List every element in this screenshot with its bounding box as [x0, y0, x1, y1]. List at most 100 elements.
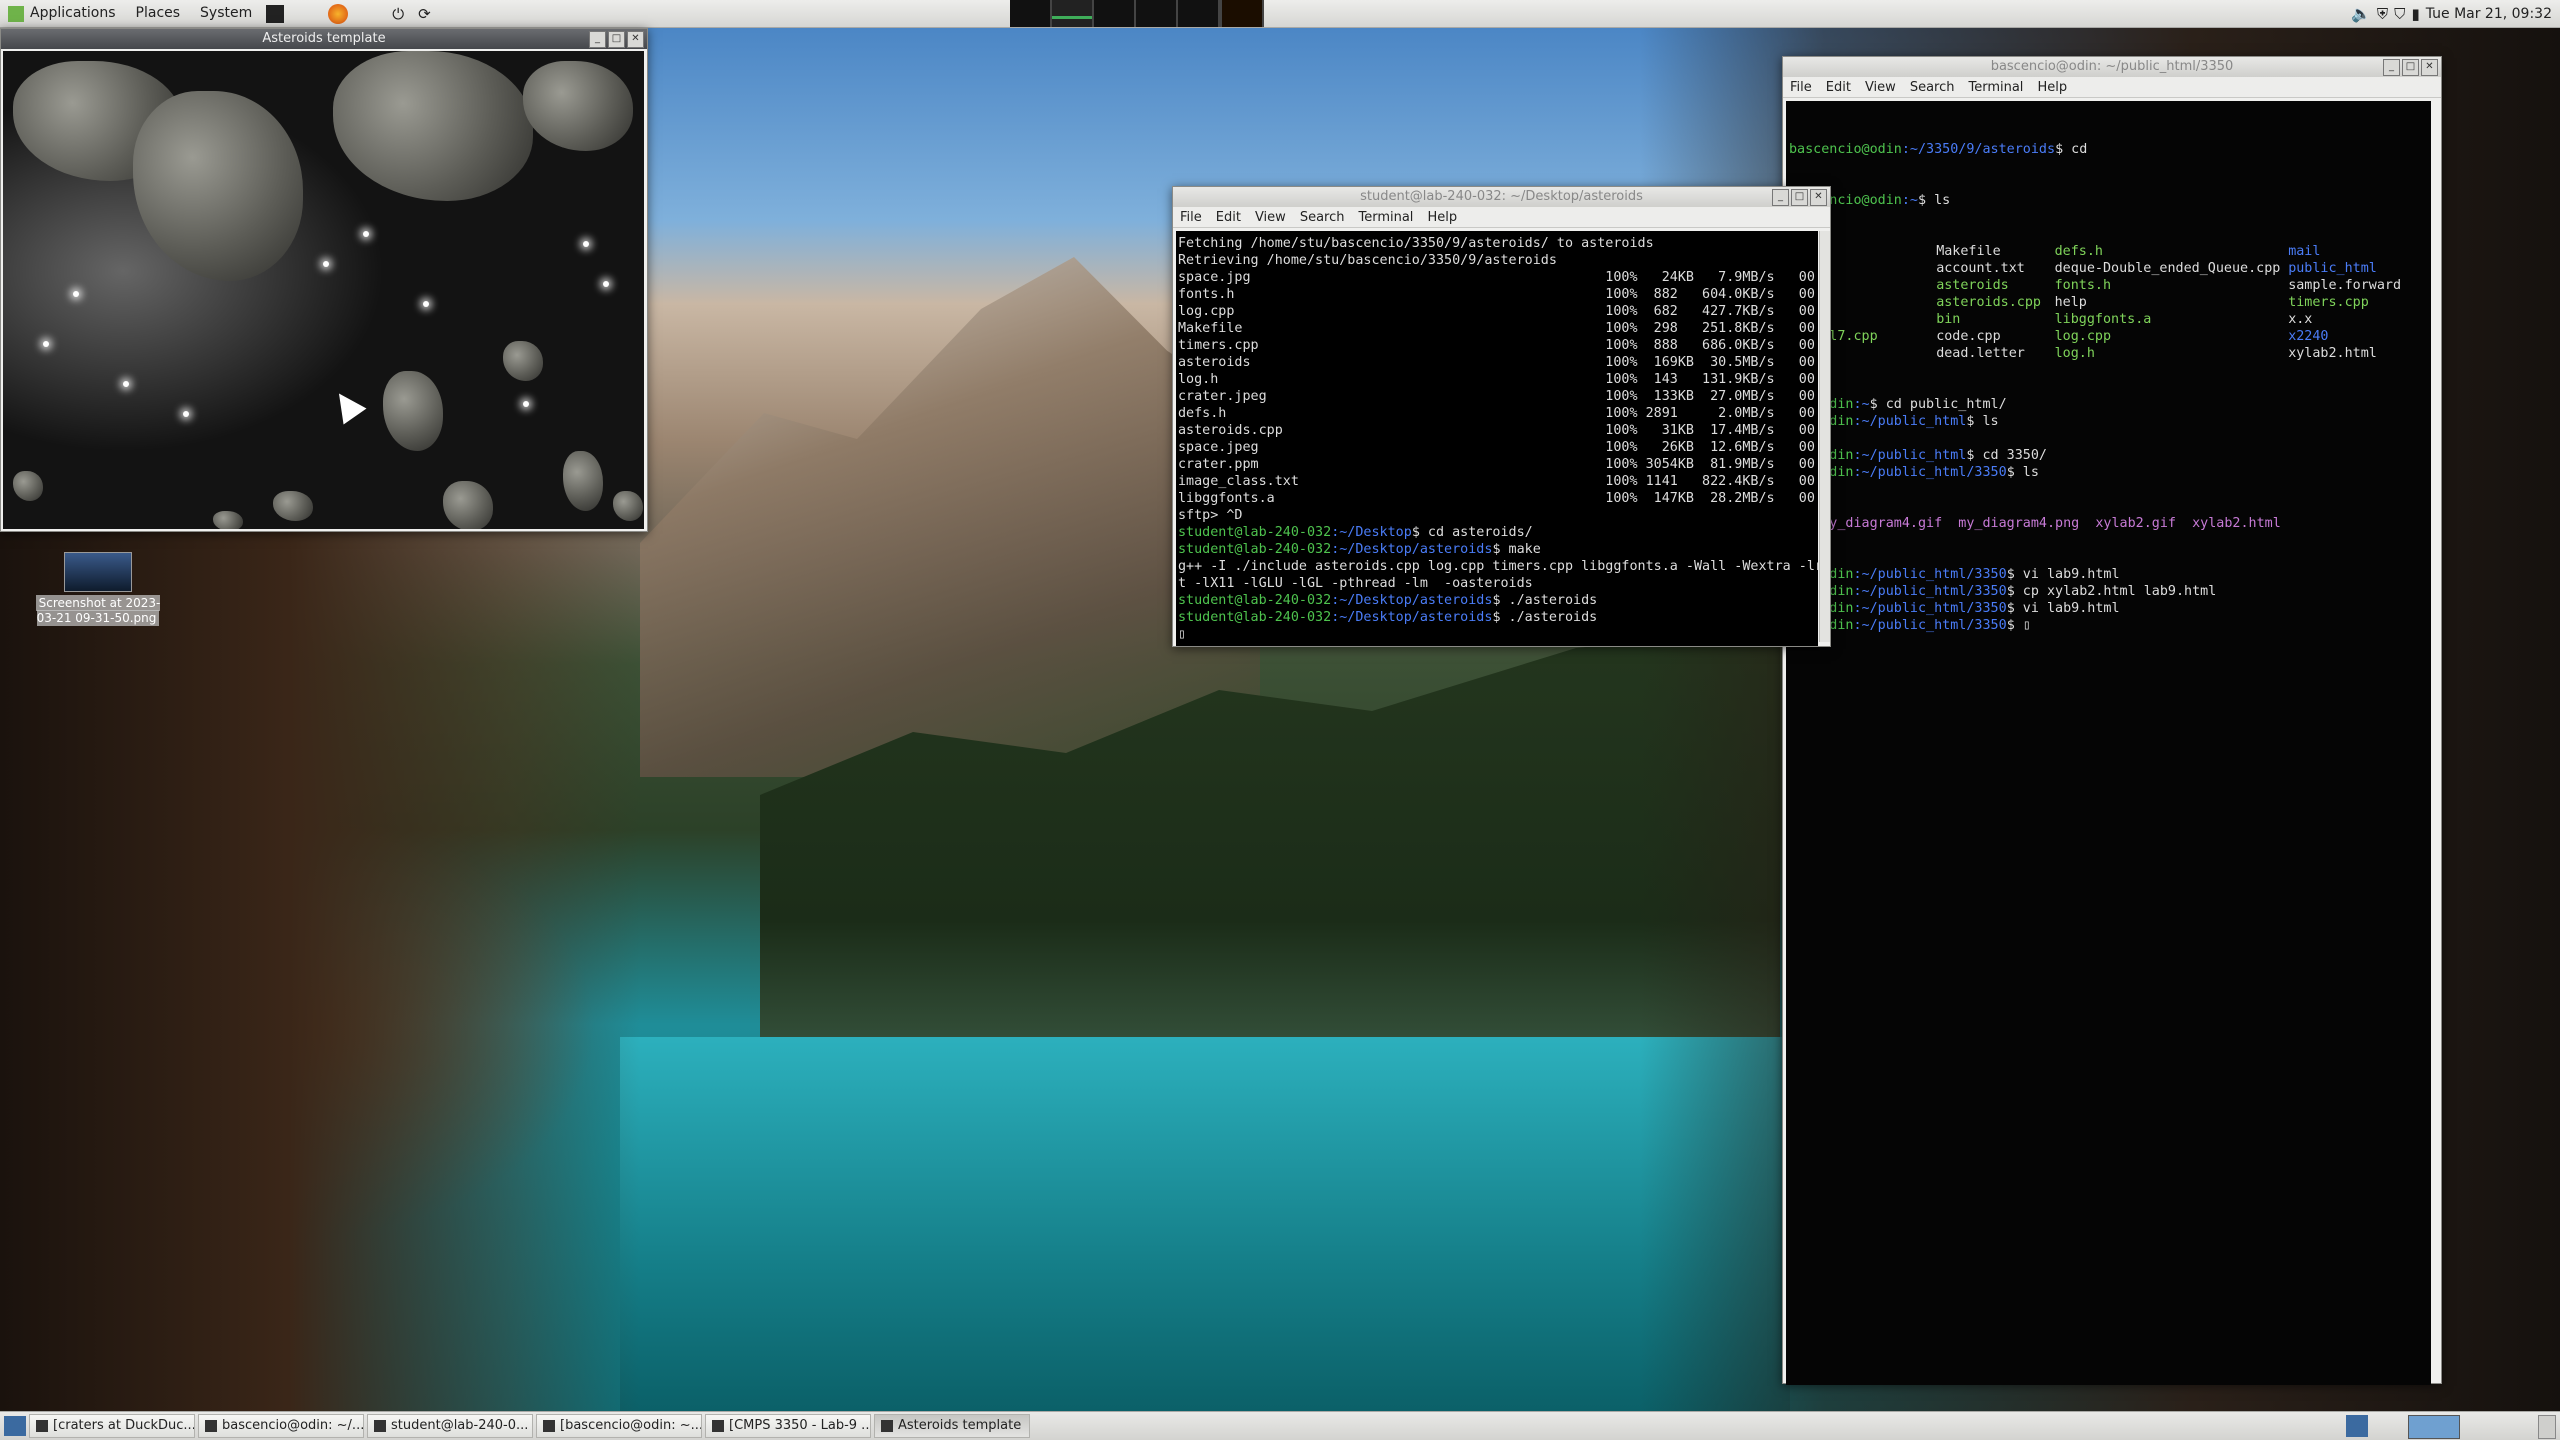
- taskbar-button[interactable]: [craters at DuckDuc...: [29, 1414, 195, 1438]
- ls-entry: asteroids: [1936, 278, 2009, 293]
- asteroids-window[interactable]: Asteroids template _□✕ 2 1: [0, 28, 648, 532]
- taskbar: [craters at DuckDuc... bascencio@odin: ~/…: [26, 1414, 1031, 1438]
- show-desktop-icon[interactable]: [4, 1416, 26, 1436]
- window-titlebar[interactable]: bascencio@odin: ~/public_html/3350 _ □ ✕: [1783, 57, 2441, 77]
- workspace-pager[interactable]: [2408, 1415, 2460, 1439]
- workspace-2[interactable]: [1052, 0, 1094, 27]
- prompt-path: :~/public_html/3350: [1853, 584, 2007, 599]
- menu-view[interactable]: View: [1858, 80, 1903, 95]
- workspace-5[interactable]: [1178, 0, 1220, 27]
- star: [323, 261, 329, 267]
- close-button[interactable]: ✕: [2421, 59, 2438, 76]
- power-icon[interactable]: ⏻: [392, 5, 404, 23]
- terminal-line: student@lab-240-032:~/Desktop/asteroids$…: [1178, 541, 1818, 558]
- taskbar-button[interactable]: Asteroids template: [874, 1414, 1031, 1438]
- window-title: Asteroids template: [262, 31, 386, 46]
- bottom-panel: [craters at DuckDuc... bascencio@odin: ~/…: [0, 1411, 2560, 1440]
- menu-system[interactable]: System: [190, 0, 262, 27]
- prompt-path: :~/public_html/3350: [1853, 567, 2007, 582]
- trash-icon[interactable]: [2538, 1415, 2556, 1439]
- taskbar-button[interactable]: [bascencio@odin: ~...: [536, 1414, 702, 1438]
- workspace-4[interactable]: [1136, 0, 1178, 27]
- taskbar-button[interactable]: bascencio@odin: ~/...: [198, 1414, 364, 1438]
- prompt-command: $ make: [1492, 542, 1541, 557]
- prompt-command: $ ./asteroids: [1492, 610, 1598, 625]
- menu-terminal[interactable]: Terminal: [1961, 80, 2030, 95]
- menu-terminal[interactable]: Terminal: [1351, 210, 1420, 225]
- prompt-command: $ vi lab9.html: [2006, 601, 2120, 616]
- menu-help[interactable]: Help: [2030, 80, 2074, 95]
- ls-entry: fonts.h: [2054, 278, 2112, 293]
- menu-edit[interactable]: Edit: [1819, 80, 1858, 95]
- window-icon: [205, 1420, 217, 1432]
- window-icon: [36, 1420, 48, 1432]
- ls-entry: account.txt: [1936, 261, 2025, 276]
- menu-help[interactable]: Help: [1420, 210, 1464, 225]
- star: [363, 231, 369, 237]
- volume-icon[interactable]: 🔈: [2351, 4, 2371, 23]
- firefox-launcher-icon[interactable]: [328, 3, 349, 24]
- maximize-button[interactable]: □: [608, 31, 625, 48]
- file-thumbnail-icon: [64, 552, 132, 592]
- close-button[interactable]: ✕: [1810, 189, 1827, 206]
- odin-terminal-window[interactable]: bascencio@odin: ~/public_html/3350 _ □ ✕ F…: [1782, 56, 2442, 1385]
- terminal-line: cio@odin:~/public_html/3350$ ls: [1789, 464, 2431, 481]
- menu-edit[interactable]: Edit: [1209, 210, 1248, 225]
- shield-icon[interactable]: ⛉: [2394, 5, 2405, 23]
- menu-applications[interactable]: Applications: [28, 0, 126, 27]
- ls-entry: code.cpp: [1936, 329, 2001, 344]
- menu-file[interactable]: File: [1173, 210, 1209, 225]
- terminal-line: student@lab-240-032:~/Desktop$ cd astero…: [1178, 524, 1818, 541]
- workspace-1[interactable]: [1010, 0, 1052, 27]
- minimize-button[interactable]: _: [2383, 59, 2400, 76]
- terminal-line: crater.jpeg 100% 133KB 27.0MB/s 00:00: [1178, 389, 1818, 404]
- applications-icon[interactable]: [8, 5, 24, 22]
- taskbar-button[interactable]: [CMPS 3350 - Lab-9 ...: [705, 1414, 871, 1438]
- maximize-button[interactable]: □: [2402, 59, 2419, 76]
- window-title: student@lab-240-032: ~/Desktop/asteroids: [1360, 189, 1643, 204]
- menu-places[interactable]: Places: [126, 0, 191, 27]
- minimize-button[interactable]: _: [589, 31, 606, 48]
- game-canvas[interactable]: 2 1: [3, 51, 644, 529]
- prompt-user: student@lab-240-032: [1178, 542, 1332, 557]
- ls-row: 2020account.txtdeque-Double_ended_Queue.…: [1789, 260, 2431, 277]
- terminal-line: cio@odin:~$ cd public_html/: [1789, 396, 2431, 413]
- menu-file[interactable]: File: [1783, 80, 1819, 95]
- desktop-icon-screenshot[interactable]: Screenshot at 2023-03-21 09-31-50.png: [32, 552, 164, 626]
- terminal-launcher-icon[interactable]: [266, 4, 285, 23]
- star: [603, 281, 609, 287]
- star: [423, 301, 429, 307]
- menu-search[interactable]: Search: [1293, 210, 1352, 225]
- close-button[interactable]: ✕: [627, 31, 644, 48]
- window-titlebar[interactable]: student@lab-240-032: ~/Desktop/asteroids…: [1173, 187, 1830, 207]
- minimize-button[interactable]: _: [1772, 189, 1789, 206]
- asteroid: [613, 491, 643, 521]
- cursor: ▯: [2022, 618, 2031, 633]
- menu-view[interactable]: View: [1248, 210, 1293, 225]
- ls-entry: deque-Double_ended_Queue.cpp: [2054, 261, 2281, 276]
- refresh-icon[interactable]: ⟳: [418, 5, 431, 23]
- cursor: ▯: [1178, 627, 1187, 642]
- workspace-3[interactable]: [1094, 0, 1136, 27]
- tray-notification-icon[interactable]: [2346, 1415, 2368, 1437]
- terminal-output[interactable]: Fetching /home/stu/bascencio/3350/9/aste…: [1176, 231, 1818, 646]
- prompt-path: :~/Desktop/asteroids: [1331, 610, 1493, 625]
- terminal-menubar: File Edit View Search Terminal Help: [1173, 207, 1830, 228]
- battery-icon[interactable]: ▮: [2411, 5, 2419, 23]
- ls-row: _Final7.cpp code.cpp log.cpp x2240: [1789, 328, 2431, 345]
- terminal-line: cio@odin:~/public_html/3350$ vi lab9.htm…: [1789, 600, 2431, 617]
- prompt-command: $ cd public_html/: [1869, 397, 2007, 412]
- terminal-output[interactable]: bascencio@odin:~/3350/9/asteroids$ cd ba…: [1786, 101, 2431, 1385]
- maximize-button[interactable]: □: [1791, 189, 1808, 206]
- window-titlebar[interactable]: Asteroids template _ □ ✕: [1, 29, 647, 49]
- taskbar-button[interactable]: student@lab-240-0...: [367, 1414, 533, 1438]
- workspace-switcher[interactable]: [1010, 0, 1264, 27]
- lab-terminal-window[interactable]: student@lab-240-032: ~/Desktop/asteroids…: [1172, 186, 1831, 647]
- menu-search[interactable]: Search: [1903, 80, 1962, 95]
- star: [183, 411, 189, 417]
- terminal-line: space.jpg 100% 24KB 7.9MB/s 00:00: [1178, 270, 1818, 285]
- network-icon[interactable]: ⛨: [2377, 5, 2388, 23]
- terminal-scrollbar[interactable]: [1819, 231, 1830, 642]
- clock[interactable]: Tue Mar 21, 09:32: [2426, 6, 2552, 22]
- window-icon: [881, 1420, 893, 1432]
